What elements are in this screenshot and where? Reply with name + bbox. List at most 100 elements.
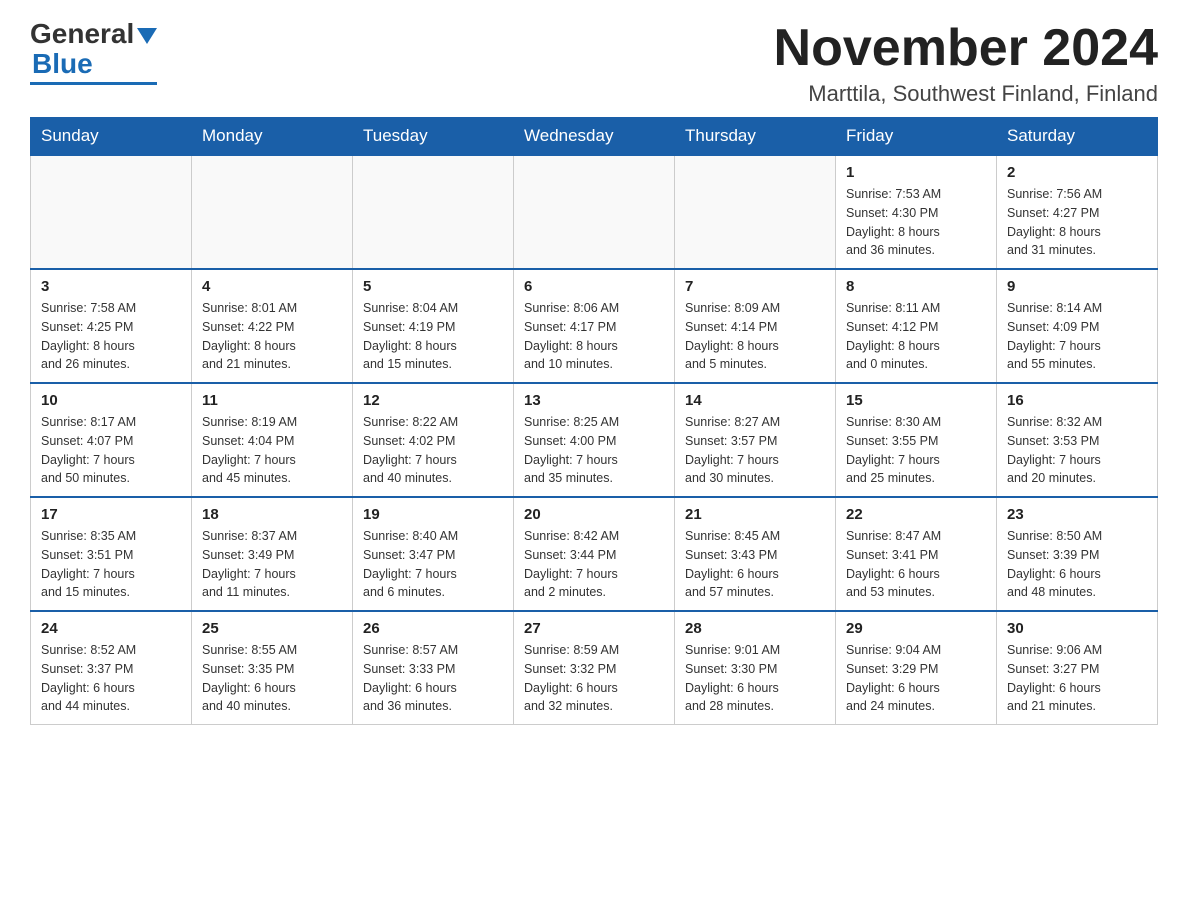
day-number: 16	[1007, 392, 1147, 409]
day-number: 24	[41, 620, 181, 637]
day-number: 7	[685, 278, 825, 295]
day-cell: 19 Sunrise: 8:40 AM Sunset: 3:47 PM Dayli…	[353, 497, 514, 611]
day-cell: 26 Sunrise: 8:57 AM Sunset: 3:33 PM Dayli…	[353, 611, 514, 725]
day-info: Sunrise: 9:01 AM Sunset: 3:30 PM Dayligh…	[685, 641, 825, 716]
day-info: Sunrise: 8:42 AM Sunset: 3:44 PM Dayligh…	[524, 527, 664, 602]
logo-blue: Blue	[32, 48, 93, 80]
day-cell: 20 Sunrise: 8:42 AM Sunset: 3:44 PM Dayli…	[514, 497, 675, 611]
day-info: Sunrise: 8:25 AM Sunset: 4:00 PM Dayligh…	[524, 413, 664, 488]
day-info: Sunrise: 7:58 AM Sunset: 4:25 PM Dayligh…	[41, 299, 181, 374]
day-info: Sunrise: 8:57 AM Sunset: 3:33 PM Dayligh…	[363, 641, 503, 716]
day-info: Sunrise: 8:32 AM Sunset: 3:53 PM Dayligh…	[1007, 413, 1147, 488]
week-row-1: 1Sunrise: 7:53 AM Sunset: 4:30 PM Daylig…	[31, 155, 1158, 269]
day-number: 3	[41, 278, 181, 295]
day-cell: 3 Sunrise: 7:58 AM Sunset: 4:25 PM Daylig…	[31, 269, 192, 383]
day-cell: 27 Sunrise: 8:59 AM Sunset: 3:32 PM Dayli…	[514, 611, 675, 725]
day-cell: 1Sunrise: 7:53 AM Sunset: 4:30 PM Daylig…	[836, 155, 997, 269]
day-info: Sunrise: 8:37 AM Sunset: 3:49 PM Dayligh…	[202, 527, 342, 602]
day-number: 8	[846, 278, 986, 295]
day-cell: 18 Sunrise: 8:37 AM Sunset: 3:49 PM Dayli…	[192, 497, 353, 611]
day-number: 14	[685, 392, 825, 409]
day-info: Sunrise: 8:09 AM Sunset: 4:14 PM Dayligh…	[685, 299, 825, 374]
day-cell: 14Sunrise: 8:27 AM Sunset: 3:57 PM Dayli…	[675, 383, 836, 497]
day-info: Sunrise: 8:04 AM Sunset: 4:19 PM Dayligh…	[363, 299, 503, 374]
column-header-thursday: Thursday	[675, 118, 836, 156]
calendar-table: SundayMondayTuesdayWednesdayThursdayFrid…	[30, 117, 1158, 725]
week-row-5: 24Sunrise: 8:52 AM Sunset: 3:37 PM Dayli…	[31, 611, 1158, 725]
day-cell: 22Sunrise: 8:47 AM Sunset: 3:41 PM Dayli…	[836, 497, 997, 611]
day-cell: 13 Sunrise: 8:25 AM Sunset: 4:00 PM Dayli…	[514, 383, 675, 497]
column-header-friday: Friday	[836, 118, 997, 156]
day-info: Sunrise: 7:56 AM Sunset: 4:27 PM Dayligh…	[1007, 185, 1147, 260]
day-cell: 23Sunrise: 8:50 AM Sunset: 3:39 PM Dayli…	[997, 497, 1158, 611]
day-cell: 15 Sunrise: 8:30 AM Sunset: 3:55 PM Dayli…	[836, 383, 997, 497]
day-cell: 30Sunrise: 9:06 AM Sunset: 3:27 PM Dayli…	[997, 611, 1158, 725]
day-number: 26	[363, 620, 503, 637]
day-number: 6	[524, 278, 664, 295]
day-info: Sunrise: 8:22 AM Sunset: 4:02 PM Dayligh…	[363, 413, 503, 488]
column-header-wednesday: Wednesday	[514, 118, 675, 156]
day-number: 29	[846, 620, 986, 637]
day-cell	[31, 155, 192, 269]
day-cell: 7 Sunrise: 8:09 AM Sunset: 4:14 PM Daylig…	[675, 269, 836, 383]
day-number: 18	[202, 506, 342, 523]
day-cell: 6 Sunrise: 8:06 AM Sunset: 4:17 PM Daylig…	[514, 269, 675, 383]
day-info: Sunrise: 8:47 AM Sunset: 3:41 PM Dayligh…	[846, 527, 986, 602]
day-info: Sunrise: 8:59 AM Sunset: 3:32 PM Dayligh…	[524, 641, 664, 716]
day-number: 25	[202, 620, 342, 637]
day-info: Sunrise: 9:06 AM Sunset: 3:27 PM Dayligh…	[1007, 641, 1147, 716]
day-info: Sunrise: 8:06 AM Sunset: 4:17 PM Dayligh…	[524, 299, 664, 374]
day-cell	[353, 155, 514, 269]
day-cell	[514, 155, 675, 269]
title-block: November 2024 Marttila, Southwest Finlan…	[774, 20, 1158, 107]
day-cell: 9 Sunrise: 8:14 AM Sunset: 4:09 PM Daylig…	[997, 269, 1158, 383]
day-number: 12	[363, 392, 503, 409]
day-info: Sunrise: 9:04 AM Sunset: 3:29 PM Dayligh…	[846, 641, 986, 716]
day-number: 20	[524, 506, 664, 523]
day-info: Sunrise: 8:01 AM Sunset: 4:22 PM Dayligh…	[202, 299, 342, 374]
day-info: Sunrise: 8:11 AM Sunset: 4:12 PM Dayligh…	[846, 299, 986, 374]
day-number: 21	[685, 506, 825, 523]
day-number: 19	[363, 506, 503, 523]
day-info: Sunrise: 8:30 AM Sunset: 3:55 PM Dayligh…	[846, 413, 986, 488]
day-cell: 16 Sunrise: 8:32 AM Sunset: 3:53 PM Dayli…	[997, 383, 1158, 497]
week-row-4: 17Sunrise: 8:35 AM Sunset: 3:51 PM Dayli…	[31, 497, 1158, 611]
column-header-tuesday: Tuesday	[353, 118, 514, 156]
location-title: Marttila, Southwest Finland, Finland	[774, 81, 1158, 107]
column-header-sunday: Sunday	[31, 118, 192, 156]
day-number: 4	[202, 278, 342, 295]
day-number: 27	[524, 620, 664, 637]
column-header-saturday: Saturday	[997, 118, 1158, 156]
day-info: Sunrise: 8:45 AM Sunset: 3:43 PM Dayligh…	[685, 527, 825, 602]
day-number: 5	[363, 278, 503, 295]
day-number: 11	[202, 392, 342, 409]
day-number: 1	[846, 164, 986, 181]
day-number: 15	[846, 392, 986, 409]
day-cell: 10 Sunrise: 8:17 AM Sunset: 4:07 PM Dayli…	[31, 383, 192, 497]
day-number: 23	[1007, 506, 1147, 523]
header-row: SundayMondayTuesdayWednesdayThursdayFrid…	[31, 118, 1158, 156]
day-number: 28	[685, 620, 825, 637]
day-cell: 28 Sunrise: 9:01 AM Sunset: 3:30 PM Dayli…	[675, 611, 836, 725]
day-info: Sunrise: 8:55 AM Sunset: 3:35 PM Dayligh…	[202, 641, 342, 716]
week-row-2: 3 Sunrise: 7:58 AM Sunset: 4:25 PM Daylig…	[31, 269, 1158, 383]
column-header-monday: Monday	[192, 118, 353, 156]
day-info: Sunrise: 8:14 AM Sunset: 4:09 PM Dayligh…	[1007, 299, 1147, 374]
week-row-3: 10 Sunrise: 8:17 AM Sunset: 4:07 PM Dayli…	[31, 383, 1158, 497]
day-cell: 12 Sunrise: 8:22 AM Sunset: 4:02 PM Dayli…	[353, 383, 514, 497]
day-info: Sunrise: 8:17 AM Sunset: 4:07 PM Dayligh…	[41, 413, 181, 488]
logo-underline	[30, 82, 157, 85]
day-number: 17	[41, 506, 181, 523]
day-number: 13	[524, 392, 664, 409]
day-cell: 4 Sunrise: 8:01 AM Sunset: 4:22 PM Daylig…	[192, 269, 353, 383]
logo: General Blue	[30, 20, 157, 85]
day-cell: 8 Sunrise: 8:11 AM Sunset: 4:12 PM Daylig…	[836, 269, 997, 383]
day-info: Sunrise: 8:40 AM Sunset: 3:47 PM Dayligh…	[363, 527, 503, 602]
day-number: 9	[1007, 278, 1147, 295]
day-cell: 24Sunrise: 8:52 AM Sunset: 3:37 PM Dayli…	[31, 611, 192, 725]
logo-text: General	[30, 20, 157, 48]
day-cell: 21 Sunrise: 8:45 AM Sunset: 3:43 PM Dayli…	[675, 497, 836, 611]
day-cell	[675, 155, 836, 269]
day-cell: 11Sunrise: 8:19 AM Sunset: 4:04 PM Dayli…	[192, 383, 353, 497]
day-number: 10	[41, 392, 181, 409]
